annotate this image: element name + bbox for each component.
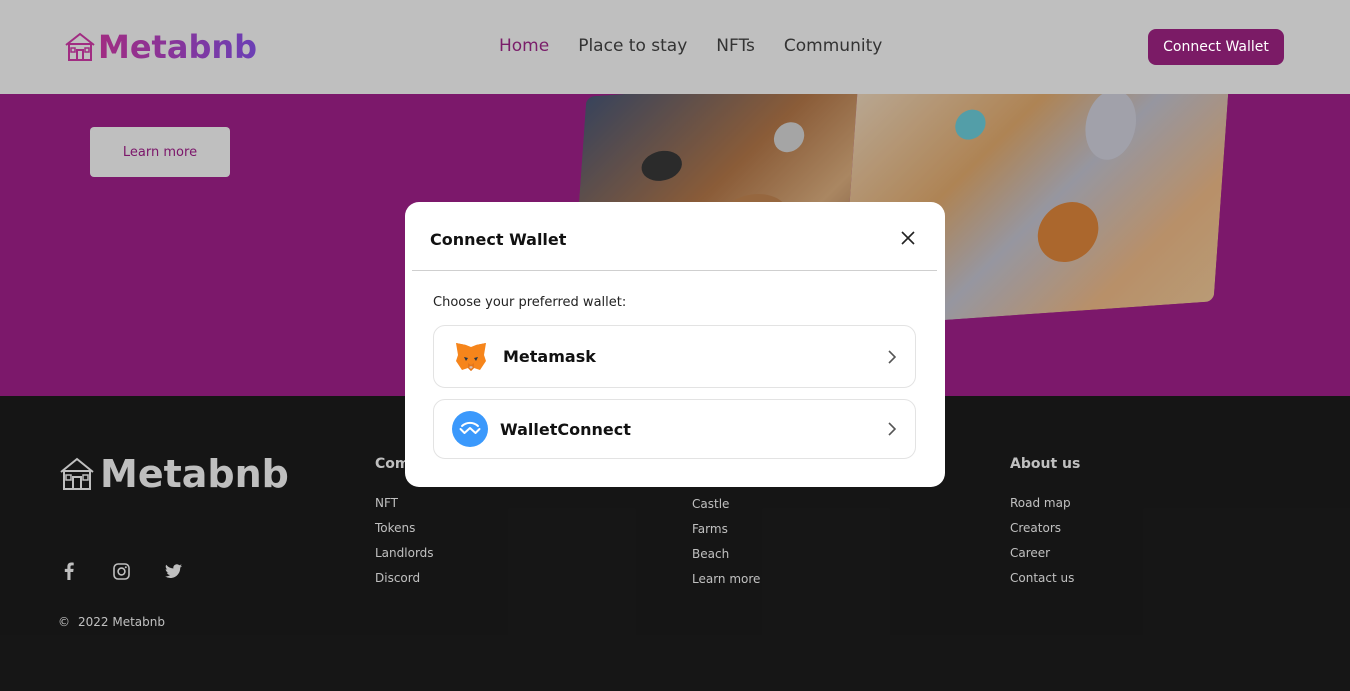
wallet-label-walletconnect: WalletConnect [500,419,631,439]
nav-nfts[interactable]: NFTs [716,36,755,56]
wallet-label-metamask: Metamask [503,347,596,366]
chevron-right-icon [886,421,898,437]
modal-divider [412,270,937,271]
logo-text: Metabnb [98,28,258,66]
nav-community[interactable]: Community [784,36,882,56]
close-icon[interactable] [899,227,917,249]
logo[interactable]: Metabnb [64,28,257,66]
nav-place-to-stay[interactable]: Place to stay [578,36,687,56]
modal-subtitle: Choose your preferred wallet: [433,295,627,310]
header: Metabnb Home Place to stay NFTs Communit… [0,0,1350,94]
connect-wallet-modal: Connect Wallet Choose your preferred wal… [405,202,945,487]
walletconnect-icon [452,411,488,447]
modal-title: Connect Wallet [430,230,567,249]
main-nav: Home Place to stay NFTs Community [499,36,882,56]
nav-home[interactable]: Home [499,36,549,56]
chevron-right-icon [886,349,898,365]
metamask-fox-icon [453,339,489,375]
house-logo-icon [65,32,95,61]
wallet-option-walletconnect[interactable]: WalletConnect [433,399,916,459]
connect-wallet-button[interactable]: Connect Wallet [1148,29,1284,65]
page: Learn more Metabnb Com NFT Tokens Landlo… [0,0,1350,691]
wallet-option-metamask[interactable]: Metamask [433,325,916,388]
